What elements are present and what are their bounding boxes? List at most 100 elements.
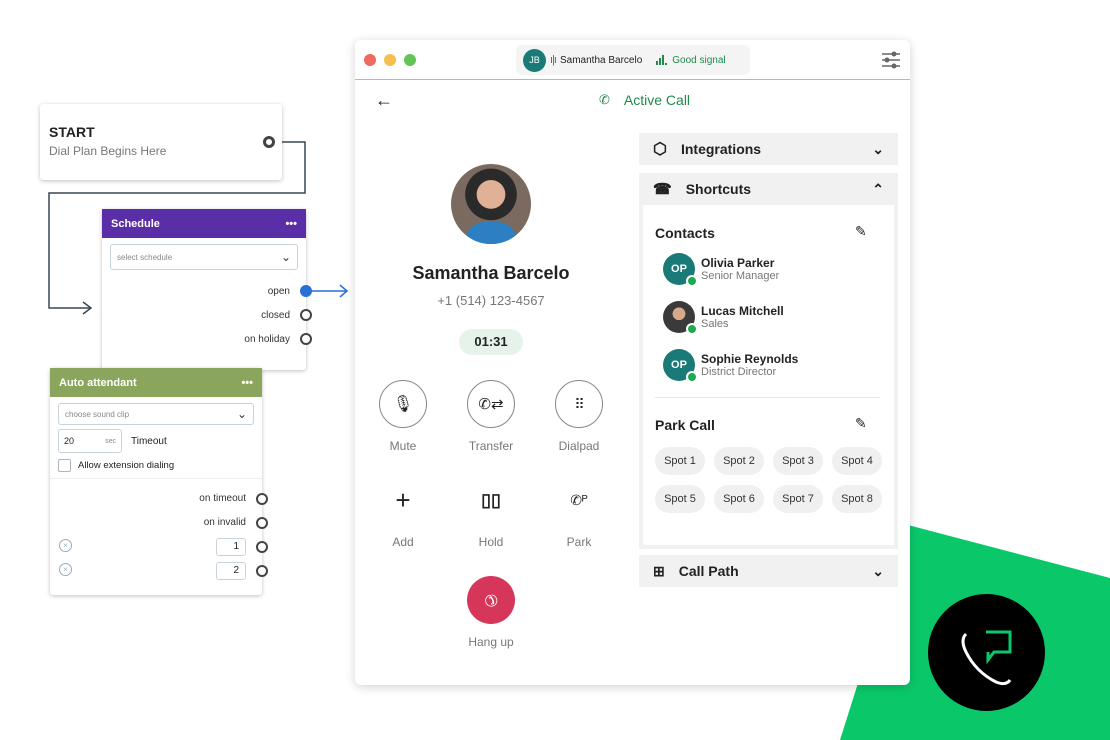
hangup-button[interactable]: ✆: [467, 576, 515, 624]
output-on-invalid: on invalid: [203, 517, 246, 528]
contact-item[interactable]: Lucas Mitchell Sales: [663, 301, 784, 335]
integrations-section-header[interactable]: ⬡ Integrations ⌄: [639, 133, 898, 165]
divider: [655, 397, 880, 398]
digit-input[interactable]: 2: [216, 562, 246, 580]
chevron-up-icon: ⌃: [872, 180, 884, 197]
timeout-input[interactable]: 20 sec: [58, 429, 122, 453]
brand-logo: [928, 594, 1045, 711]
output-on-holiday: on holiday: [244, 334, 290, 345]
contact-role: District Director: [701, 366, 777, 378]
contact-name: Lucas Mitchell: [701, 304, 784, 318]
sound-clip-select[interactable]: choose sound clip ⌄: [58, 403, 254, 425]
add-label: Add: [392, 535, 414, 549]
park-spot-button[interactable]: Spot 1: [655, 447, 705, 475]
extension-dialing-label: Allow extension dialing: [78, 460, 175, 471]
call-timer: 01:31: [459, 329, 523, 355]
output-on-timeout: on timeout: [199, 493, 246, 504]
mute-button[interactable]: 🎙︎: [379, 380, 427, 428]
contact-name: Samantha Barcelo: [412, 263, 570, 283]
start-subtitle: Dial Plan Begins Here: [49, 144, 167, 158]
close-window-button[interactable]: [364, 54, 376, 66]
edit-pencil-icon[interactable]: ✎: [855, 415, 867, 432]
auto-attendant-node[interactable]: Auto attendant ••• choose sound clip ⌄ 20 s…: [50, 368, 268, 595]
park-spot-button[interactable]: Spot 8: [832, 485, 882, 513]
divider: [50, 478, 262, 479]
extension-dialing-checkbox[interactable]: [58, 459, 71, 472]
park-button[interactable]: ✆ᴾ: [555, 476, 603, 524]
transfer-label: Transfer: [468, 439, 514, 453]
park-spot-button[interactable]: Spot 4: [832, 447, 882, 475]
park-call-title: Park Call: [655, 417, 715, 433]
more-icon[interactable]: •••: [241, 377, 253, 389]
phone-icon: ✆: [599, 92, 610, 107]
transfer-icon: ✆⇄: [478, 396, 504, 413]
chevron-down-icon: ⌄: [236, 407, 247, 421]
hangup-label: Hang up: [468, 635, 514, 649]
park-spot-button[interactable]: Spot 6: [714, 485, 764, 513]
port-digit-1[interactable]: [256, 541, 268, 553]
minimize-window-button[interactable]: [384, 54, 396, 66]
schedule-select-placeholder: select schedule: [117, 252, 173, 262]
sound-clip-placeholder: choose sound clip: [65, 409, 130, 419]
park-spot-button[interactable]: Spot 7: [773, 485, 823, 513]
port-open[interactable]: [300, 285, 312, 297]
port-closed[interactable]: [300, 309, 312, 321]
signal-status: Good signal: [672, 54, 726, 66]
port-on-holiday[interactable]: [300, 333, 312, 345]
port-digit-2[interactable]: [256, 565, 268, 577]
hangup-icon: ✆: [479, 588, 502, 611]
dialpad-label: Dialpad: [558, 439, 600, 453]
add-button[interactable]: +: [379, 476, 427, 524]
call-path-icon: ⊞: [653, 562, 665, 579]
dialpad-button[interactable]: ⠿: [555, 380, 603, 428]
transfer-button[interactable]: ✆⇄: [467, 380, 515, 428]
contact-item[interactable]: OP Olivia Parker Senior Manager: [663, 253, 780, 287]
contact-role: Senior Manager: [701, 270, 780, 282]
timeout-unit: sec: [105, 437, 116, 445]
settings-sliders-icon[interactable]: [881, 51, 901, 69]
schedule-node[interactable]: Schedule ••• select schedule ⌄ open closed…: [102, 209, 312, 370]
park-spot-button[interactable]: Spot 3: [773, 447, 823, 475]
more-icon[interactable]: •••: [285, 218, 297, 230]
auto-attendant-title: Auto attendant: [59, 376, 137, 389]
call-path-title: Call Path: [678, 563, 739, 579]
header-title: Active Call: [623, 92, 691, 108]
remove-digit-icon[interactable]: ×: [59, 539, 72, 552]
contact-item[interactable]: OP Sophie Reynolds District Director: [663, 349, 798, 383]
shortcuts-title: Shortcuts: [685, 181, 752, 197]
remove-digit-icon[interactable]: ×: [59, 563, 72, 576]
port-on-invalid[interactable]: [256, 517, 268, 529]
microphone-icon: 🎙︎: [392, 396, 414, 413]
shortcuts-section-header[interactable]: ☎ Shortcuts ⌃: [639, 173, 898, 205]
title-bar: JB ı|ı Samantha Barcelo Good signal: [355, 40, 910, 80]
port-on-timeout[interactable]: [256, 493, 268, 505]
park-spot-button[interactable]: Spot 5: [655, 485, 705, 513]
back-arrow-icon[interactable]: ←: [375, 90, 393, 111]
contact-phone: +1 (514) 123-4567: [437, 293, 545, 308]
start-node[interactable]: START Dial Plan Begins Here: [40, 104, 282, 180]
schedule-select[interactable]: select schedule ⌄: [110, 244, 298, 270]
contact-photo: [451, 164, 531, 244]
call-path-section-header[interactable]: ⊞ Call Path ⌄: [639, 555, 898, 587]
integrations-title: Integrations: [680, 141, 762, 157]
maximize-window-button[interactable]: [404, 54, 416, 66]
park-icon: ✆ᴾ: [570, 491, 588, 508]
signal-icon: [656, 55, 668, 65]
chevron-down-icon: ⌄: [872, 140, 884, 157]
start-output-port[interactable]: [263, 136, 275, 148]
contact-name: Olivia Parker: [701, 256, 775, 270]
start-title: START: [49, 124, 95, 140]
header: ✆ Active Call: [599, 92, 690, 108]
avatar: OP: [663, 253, 698, 287]
mute-label: Mute: [389, 439, 417, 453]
edit-pencil-icon[interactable]: ✎: [855, 223, 867, 240]
hold-button[interactable]: ▯▯: [467, 476, 515, 524]
digit-input[interactable]: 1: [216, 538, 246, 556]
avatar: OP: [663, 349, 698, 383]
contacts-title: Contacts: [655, 225, 715, 241]
call-window: JB ı|ı Samantha Barcelo Good signal ← ✆ …: [355, 40, 910, 685]
schedule-title: Schedule: [111, 217, 160, 230]
hold-label: Hold: [478, 535, 504, 549]
park-spot-button[interactable]: Spot 2: [714, 447, 764, 475]
shortcuts-body: Contacts ✎ OP Olivia Parker Senior Manager…: [639, 205, 898, 549]
